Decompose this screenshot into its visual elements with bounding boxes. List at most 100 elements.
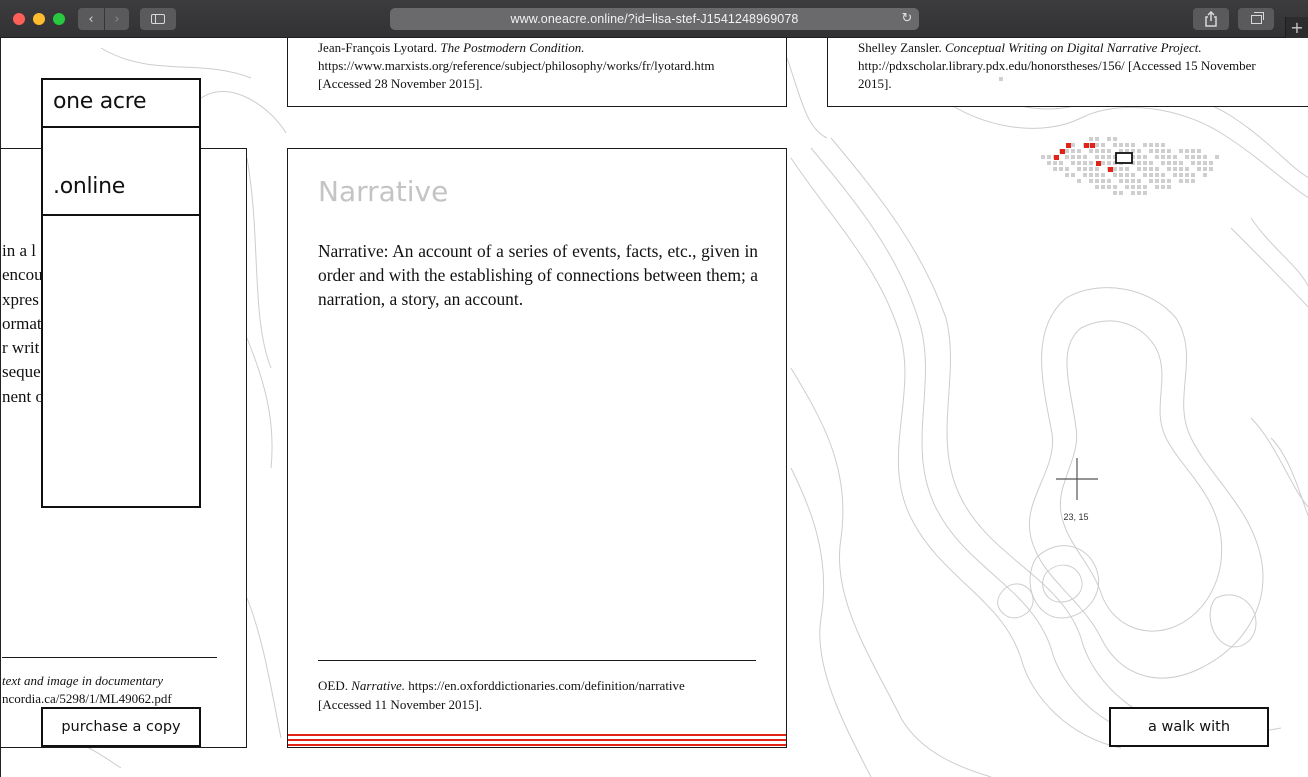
minimap-tile <box>1131 191 1135 195</box>
minimap[interactable] <box>1041 131 1221 203</box>
minimap-tile <box>1143 185 1147 189</box>
minimap-tile <box>1047 155 1051 159</box>
minimap-tile <box>1095 173 1099 177</box>
minimap-tile <box>1191 149 1195 153</box>
zoom-window-button[interactable] <box>53 13 65 25</box>
minimap-tile <box>1071 155 1075 159</box>
minimap-tile <box>1101 185 1105 189</box>
sidebar-toggle-button[interactable] <box>140 8 176 30</box>
minimap-tile <box>1173 161 1177 165</box>
minimap-tile <box>1089 167 1093 171</box>
minimap-tile <box>1071 161 1075 165</box>
chevron-left-icon: ‹ <box>88 11 94 27</box>
walk-with-button[interactable]: a walk with <box>1109 707 1269 747</box>
minimap-tile <box>1125 143 1129 147</box>
minimap-tile <box>1149 143 1153 147</box>
minimap-viewport[interactable] <box>1115 152 1133 164</box>
minimap-tile <box>1161 179 1165 183</box>
forward-button[interactable]: › <box>105 8 129 30</box>
minimap-tile <box>1191 173 1195 177</box>
minimap-tile <box>1107 185 1111 189</box>
reload-icon[interactable]: ↻ <box>899 11 915 27</box>
back-button[interactable]: ‹ <box>78 8 104 30</box>
minimap-tile <box>1113 167 1117 171</box>
minimap-tile <box>1137 179 1141 183</box>
entry-title: Narrative <box>318 175 449 208</box>
minimap-tile <box>1167 155 1171 159</box>
page-canvas[interactable]: Jean-François Lyotard. The Postmodern Co… <box>0 38 1308 777</box>
minimap-tile <box>1209 161 1213 165</box>
minimap-tile <box>1137 191 1141 195</box>
minimap-tile <box>1095 185 1099 189</box>
share-button[interactable] <box>1193 8 1229 30</box>
minimap-tile <box>1113 185 1117 189</box>
minimap-tile <box>1197 161 1201 165</box>
minimap-tile <box>1095 149 1099 153</box>
minimap-tile <box>1161 161 1165 165</box>
minimap-tile <box>1113 173 1117 177</box>
tabs-icon <box>1250 11 1264 24</box>
purchase-button[interactable]: purchase a copy <box>41 707 201 747</box>
minimap-tile <box>1119 173 1123 177</box>
site-logo-panel[interactable]: one acre .online <box>41 78 201 508</box>
minimap-visited-tile <box>1060 149 1065 154</box>
minimap-tile <box>1059 167 1063 171</box>
minimap-tile <box>1101 173 1105 177</box>
minimap-tile <box>1065 155 1069 159</box>
minimap-tile <box>1155 185 1159 189</box>
minimap-tile <box>1107 179 1111 183</box>
logo-line-online: .online <box>43 128 199 216</box>
minimize-window-button[interactable] <box>33 13 45 25</box>
minimap-tile <box>1161 149 1165 153</box>
minimap-tile <box>1143 161 1147 165</box>
minimap-tile <box>1047 161 1051 165</box>
minimap-tile <box>1203 173 1207 177</box>
minimap-tile <box>1089 137 1093 141</box>
minimap-tile <box>1179 149 1183 153</box>
show-tabs-button[interactable] <box>1238 8 1274 30</box>
minimap-tile <box>1101 149 1105 153</box>
minimap-tile <box>1101 179 1105 183</box>
minimap-tile <box>1119 179 1123 183</box>
minimap-tile <box>1155 155 1159 159</box>
minimap-tile <box>1155 149 1159 153</box>
minimap-tile <box>1191 179 1195 183</box>
minimap-tile <box>1137 167 1141 171</box>
minimap-tile <box>1095 167 1099 171</box>
close-window-button[interactable] <box>13 13 25 25</box>
new-tab-button[interactable]: + <box>1285 17 1308 38</box>
minimap-tile <box>1143 155 1147 159</box>
minimap-tile <box>1119 191 1123 195</box>
minimap-tile <box>1095 143 1099 147</box>
minimap-tile <box>1089 149 1093 153</box>
minimap-tile <box>1125 179 1129 183</box>
minimap-tile <box>1185 149 1189 153</box>
minimap-tile <box>1143 167 1147 171</box>
minimap-tile <box>1173 173 1177 177</box>
minimap-tile <box>1149 173 1153 177</box>
entry-card-narrative[interactable]: Narrative Narrative: An account of a ser… <box>287 148 787 748</box>
minimap-tile <box>1155 143 1159 147</box>
minimap-tile <box>1137 155 1141 159</box>
entry-citation: OED. Narrative. https://en.oxforddiction… <box>318 678 685 712</box>
citation-text: Shelley Zansler. Conceptual Writing on D… <box>858 40 1256 91</box>
minimap-tile <box>1161 173 1165 177</box>
minimap-tile <box>1137 185 1141 189</box>
minimap-tile <box>1131 143 1135 147</box>
minimap-visited-tile <box>1108 167 1113 172</box>
minimap-tile <box>1185 179 1189 183</box>
minimap-tile <box>1113 143 1117 147</box>
minimap-tile <box>1209 167 1213 171</box>
minimap-tile <box>1077 149 1081 153</box>
minimap-tile <box>1161 155 1165 159</box>
minimap-tile <box>1071 173 1075 177</box>
minimap-visited-tile <box>1066 143 1071 148</box>
logo-line-one-acre: one acre <box>43 80 199 128</box>
address-bar[interactable]: www.oneacre.online/?id=lisa-stef-J154124… <box>390 8 919 30</box>
crosshair-cursor-icon <box>1056 458 1098 500</box>
minimap-tile <box>1167 185 1171 189</box>
minimap-tile <box>1113 137 1117 141</box>
divider <box>318 660 756 661</box>
minimap-tile <box>1215 155 1219 159</box>
minimap-tile <box>1137 161 1141 165</box>
